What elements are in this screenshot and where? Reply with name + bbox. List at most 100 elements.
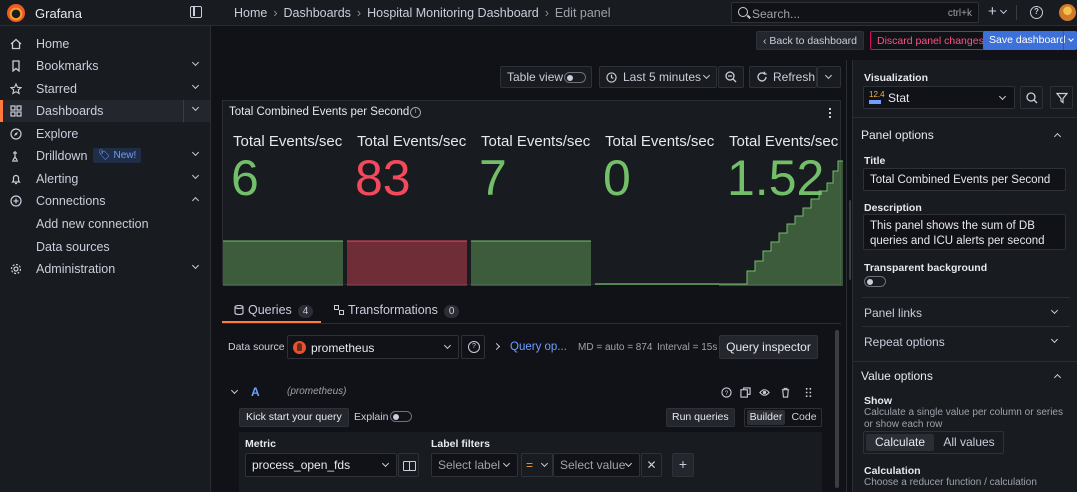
stat-panel[interactable]: Total Combined Events per Second i Total… (222, 100, 843, 286)
chevron-down-icon[interactable] (191, 103, 200, 112)
show-radio-group: Calculate All values (863, 431, 1004, 454)
chevron-up-icon[interactable] (191, 196, 200, 205)
sidebar-item-drilldown[interactable]: Drilldown 🏷 New! (0, 145, 210, 167)
breadcrumb-dashboards[interactable]: Dashboards (284, 6, 351, 20)
sidebar-item-label: Administration (36, 262, 116, 276)
panel-options-section[interactable]: Panel options (861, 128, 934, 142)
search-input[interactable]: Search... ctrl+k (731, 2, 979, 23)
chevron-down-icon[interactable] (191, 58, 200, 67)
sidebar-item-connections[interactable]: Connections (0, 190, 210, 212)
breadcrumb-home[interactable]: Home (234, 6, 267, 20)
chevron-down-icon[interactable] (191, 171, 200, 180)
query-inspector-button[interactable]: Query inspector (719, 335, 818, 359)
all-values-option[interactable]: All values (936, 434, 1002, 451)
sidebar-item-add-new-connection[interactable]: Add new connection (0, 213, 210, 235)
operator-select[interactable]: = (521, 453, 553, 477)
filter-options-button[interactable] (1050, 86, 1073, 109)
chevron-down-icon[interactable] (1068, 36, 1074, 42)
pane-splitter-handle[interactable] (849, 200, 851, 280)
refresh-interval-picker[interactable] (817, 66, 841, 88)
stat-value: 7 (479, 150, 507, 206)
sidebar-item-data-sources[interactable]: Data sources (0, 236, 210, 258)
panel-menu-icon[interactable] (824, 106, 836, 120)
chevron-down-icon[interactable] (999, 6, 1008, 15)
breadcrumb-separator-icon: › (544, 6, 549, 20)
time-range-picker[interactable]: Last 5 minutes (599, 66, 717, 88)
stat-label: Total Events/sec (357, 133, 467, 150)
info-icon[interactable]: i (410, 107, 421, 118)
sidebar-item-administration[interactable]: Administration (0, 258, 210, 280)
dock-menu-icon[interactable] (190, 6, 202, 18)
sidebar-item-dashboards[interactable]: Dashboards (0, 100, 210, 122)
duplicate-icon[interactable] (740, 387, 751, 398)
sidebar-item-starred[interactable]: Starred (0, 78, 210, 100)
save-dashboard-button[interactable]: Save dashboard (983, 31, 1077, 50)
code-mode-button[interactable]: Code (788, 410, 820, 425)
title-input[interactable]: Total Combined Events per Second (863, 168, 1066, 191)
help-icon[interactable]: ? (721, 387, 732, 398)
explain-switch[interactable] (390, 411, 412, 422)
stat-label: Total Events/sec (233, 133, 343, 150)
home-icon (10, 38, 22, 50)
sidebar-item-label: Bookmarks (36, 59, 99, 73)
stat-value: 1.52 (727, 150, 825, 206)
query-options-link[interactable]: Query op... (510, 341, 567, 353)
avatar[interactable] (1059, 4, 1076, 21)
breadcrumb-dashboard[interactable]: Hospital Monitoring Dashboard (367, 6, 539, 20)
stat-value: 0 (603, 150, 631, 206)
kick-start-query-button[interactable]: Kick start your query (239, 408, 349, 427)
sidebar-item-home[interactable]: Home (0, 33, 210, 55)
chevron-down-icon[interactable] (191, 81, 200, 90)
compass-icon (10, 128, 22, 140)
repeat-options-section[interactable]: Repeat options (864, 335, 945, 349)
pane-splitter[interactable] (846, 60, 847, 492)
drag-handle-icon[interactable] (803, 387, 814, 398)
value-select[interactable]: Select value (553, 453, 640, 477)
metric-select[interactable]: process_open_fds (245, 453, 397, 477)
datasource-value: prometheus (311, 341, 375, 355)
description-textarea[interactable]: This panel shows the sum of DB queries a… (863, 214, 1066, 250)
search-shortcut: ctrl+k (947, 8, 972, 19)
datasource-picker[interactable]: prometheus (287, 335, 459, 359)
query-tabs: Queries 4 Transformations 0 (222, 296, 841, 324)
tab-queries[interactable]: Queries 4 (234, 303, 314, 318)
query-ref-id[interactable]: A (251, 385, 260, 399)
sidebar-item-bookmarks[interactable]: Bookmarks (0, 55, 210, 77)
search-icon (1026, 92, 1038, 104)
table-view-switch[interactable] (564, 72, 586, 83)
trash-icon[interactable] (780, 387, 791, 398)
help-icon[interactable]: ? (1030, 6, 1043, 19)
add-filter-button[interactable]: + (672, 453, 694, 477)
zoom-out-button[interactable] (718, 66, 744, 88)
breadcrumb-separator-icon: › (273, 6, 278, 20)
eye-icon[interactable] (759, 387, 770, 398)
back-to-dashboard-button[interactable]: ‹ Back to dashboard (756, 31, 864, 50)
panel-links-section[interactable]: Panel links (864, 306, 922, 320)
remove-filter-button[interactable]: ✕ (641, 453, 662, 477)
query-datasource-name: (prometheus) (287, 386, 347, 397)
metrics-explorer-icon[interactable] (398, 453, 419, 477)
calculate-option[interactable]: Calculate (866, 434, 934, 451)
builder-mode-button[interactable]: Builder (747, 410, 785, 425)
chevron-down-icon[interactable] (191, 261, 200, 270)
table-view-toggle[interactable]: Table view (500, 66, 592, 88)
tab-transformations[interactable]: Transformations 0 (334, 303, 460, 318)
sidebar-item-alerting[interactable]: Alerting (0, 168, 210, 190)
datasource-help-button[interactable] (461, 335, 485, 359)
search-options-button[interactable] (1020, 86, 1043, 109)
run-queries-button[interactable]: Run queries (666, 408, 735, 427)
plus-icon[interactable]: + (988, 3, 997, 20)
value-options-section[interactable]: Value options (861, 369, 933, 383)
label-select[interactable]: Select label (431, 453, 518, 477)
discard-panel-changes-button[interactable]: Discard panel changes (870, 31, 991, 50)
show-description: Calculate a single value per column or s… (864, 407, 1063, 430)
grafana-logo-icon[interactable] (7, 4, 25, 22)
refresh-button[interactable]: Refresh (749, 66, 817, 88)
chevron-down-icon[interactable] (230, 386, 239, 395)
drilldown-icon (12, 151, 18, 162)
visualization-picker[interactable]: 12.4 Stat (863, 86, 1015, 109)
transparent-switch[interactable] (864, 276, 886, 287)
query-scrollbar-thumb[interactable] (835, 330, 839, 488)
chevron-down-icon[interactable] (191, 148, 200, 157)
sidebar-item-explore[interactable]: Explore (0, 123, 210, 145)
